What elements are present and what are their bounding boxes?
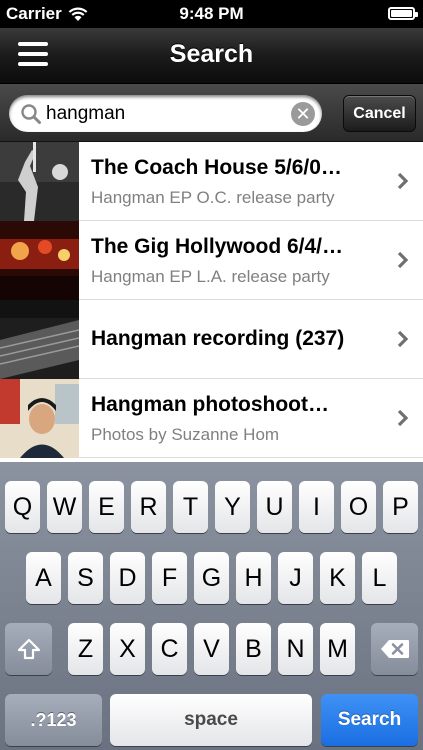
delete-key[interactable] — [371, 623, 418, 675]
recording-studio-thumbnail — [0, 300, 79, 379]
battery-icon — [388, 7, 418, 20]
list-item[interactable]: Hangman photoshoot… Photos by Suzanne Ho… — [0, 379, 423, 458]
key-z[interactable]: Z — [68, 623, 103, 675]
concert-stage-thumbnail — [0, 221, 79, 300]
list-item[interactable]: The Gig Hollywood 6/4/… Hangman EP L.A. … — [0, 221, 423, 300]
result-subtitle: Photos by Suzanne Hom — [91, 425, 280, 444]
key-e[interactable]: E — [89, 481, 124, 533]
chevron-right-icon — [397, 172, 409, 190]
key-s[interactable]: S — [68, 552, 103, 604]
chevron-right-icon — [397, 251, 409, 269]
key-y[interactable]: Y — [215, 481, 250, 533]
search-bar: ✕ Cancel — [0, 84, 423, 142]
page-title: Search — [169, 40, 254, 68]
keyboard: Q W E R T Y U I O P A S D F G H J K L Z … — [0, 462, 423, 750]
result-subtitle: Hangman EP L.A. release party — [91, 267, 330, 286]
search-key[interactable]: Search — [321, 694, 418, 746]
key-f[interactable]: F — [152, 552, 187, 604]
key-d[interactable]: D — [110, 552, 145, 604]
clear-search-icon[interactable]: ✕ — [291, 102, 315, 126]
result-title: Hangman photoshoot… — [91, 393, 329, 416]
result-subtitle: Hangman EP O.C. release party — [91, 188, 335, 207]
key-b[interactable]: B — [236, 623, 271, 675]
key-w[interactable]: W — [47, 481, 82, 533]
key-j[interactable]: J — [278, 552, 313, 604]
cancel-button[interactable]: Cancel — [343, 95, 416, 132]
search-field[interactable]: ✕ — [9, 95, 322, 132]
shift-key[interactable] — [5, 623, 52, 675]
key-k[interactable]: K — [320, 552, 355, 604]
key-n[interactable]: N — [278, 623, 313, 675]
result-title: The Coach House 5/6/0… — [91, 156, 342, 179]
search-input[interactable] — [46, 101, 281, 126]
backspace-icon — [380, 640, 409, 658]
portrait-thumbnail — [0, 379, 79, 458]
space-key[interactable]: space — [110, 694, 312, 746]
key-v[interactable]: V — [194, 623, 229, 675]
result-title: Hangman recording (237) — [91, 327, 345, 350]
key-g[interactable]: G — [194, 552, 229, 604]
key-o[interactable]: O — [341, 481, 376, 533]
key-m[interactable]: M — [320, 623, 355, 675]
numbers-key[interactable]: .?123 — [5, 694, 102, 746]
search-results-list: The Coach House 5/6/0… Hangman EP O.C. r… — [0, 142, 423, 460]
list-item[interactable]: Hangman recording (237) — [0, 300, 423, 379]
clock: 9:48 PM — [179, 4, 244, 23]
key-i[interactable]: I — [299, 481, 334, 533]
chevron-right-icon — [397, 409, 409, 427]
status-bar: Carrier 9:48 PM — [0, 0, 423, 28]
key-l[interactable]: L — [362, 552, 397, 604]
chevron-right-icon — [397, 330, 409, 348]
key-c[interactable]: C — [152, 623, 187, 675]
key-x[interactable]: X — [110, 623, 145, 675]
search-icon — [21, 104, 41, 124]
result-title: The Gig Hollywood 6/4/… — [91, 235, 344, 258]
band-performance-thumbnail — [0, 142, 79, 221]
shift-arrow-icon — [17, 638, 40, 660]
navigation-bar: Search — [0, 28, 423, 84]
key-p[interactable]: P — [383, 481, 418, 533]
key-t[interactable]: T — [173, 481, 208, 533]
key-h[interactable]: H — [236, 552, 271, 604]
key-u[interactable]: U — [257, 481, 292, 533]
key-q[interactable]: Q — [5, 481, 40, 533]
key-r[interactable]: R — [131, 481, 166, 533]
list-item[interactable]: The Coach House 5/6/0… Hangman EP O.C. r… — [0, 142, 423, 221]
key-a[interactable]: A — [26, 552, 61, 604]
